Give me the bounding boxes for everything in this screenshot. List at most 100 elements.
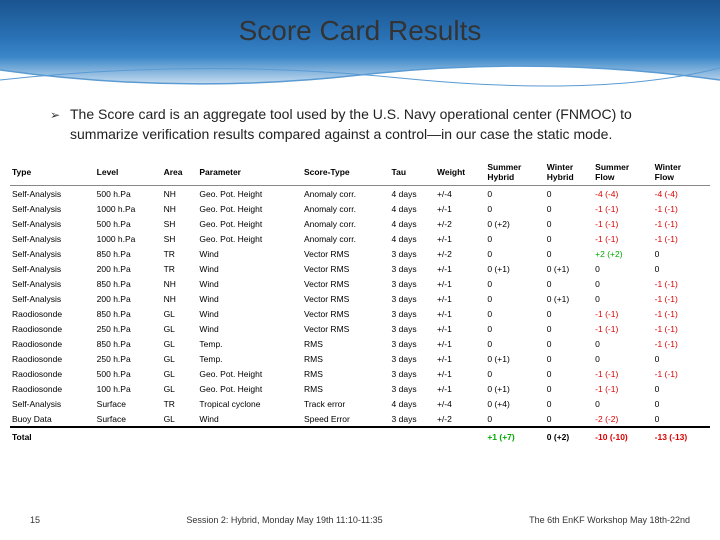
table-cell: TR [162,246,198,261]
table-cell: 3 days [390,411,435,427]
table-cell: 500 h.Pa [95,366,162,381]
session-text: Session 2: Hybrid, Monday May 19th 11:10… [186,515,382,525]
bullet-text: The Score card is an aggregate tool used… [70,106,632,142]
table-cell: 0 [545,306,593,321]
table-cell: 250 h.Pa [95,351,162,366]
table-cell: GL [162,351,198,366]
table-cell: Buoy Data [10,411,95,427]
table-row: Self-Analysis850 h.PaTRWindVector RMS3 d… [10,246,710,261]
table-cell: +/-2 [435,216,485,231]
table-cell: Track error [302,396,390,411]
table-cell: 0 [545,246,593,261]
table-cell: Self-Analysis [10,246,95,261]
table-header: Type [10,159,95,186]
table-cell: -4 (-4) [593,186,652,202]
total-cell: -10 (-10) [593,427,652,445]
table-cell: -1 (-1) [593,381,652,396]
table-cell: +/-1 [435,261,485,276]
table-cell: SH [162,231,198,246]
table-cell: Self-Analysis [10,261,95,276]
table-cell: Geo. Pot. Height [197,366,302,381]
table-cell: 0 (+1) [545,291,593,306]
table-row: Raodiosonde100 h.PaGLGeo. Pot. HeightRMS… [10,381,710,396]
table-cell: GL [162,306,198,321]
table-cell: 3 days [390,351,435,366]
table-cell: -1 (-1) [593,321,652,336]
table-cell: GL [162,336,198,351]
table-cell: 0 [545,336,593,351]
table-cell: 850 h.Pa [95,246,162,261]
table-cell: 3 days [390,366,435,381]
table-row: Raodiosonde250 h.PaGLTemp.RMS3 days+/-10… [10,351,710,366]
swoosh-decoration [0,50,720,100]
table-header: Score-Type [302,159,390,186]
table-cell: 0 [545,186,593,202]
table-cell: Self-Analysis [10,186,95,202]
table-cell: 0 [593,261,652,276]
table-row: Raodiosonde250 h.PaGLWindVector RMS3 day… [10,321,710,336]
table-cell: 0 [485,276,544,291]
table-cell: 500 h.Pa [95,216,162,231]
workshop-text: The 6th EnKF Workshop May 18th-22nd [529,515,690,525]
table-cell: GL [162,381,198,396]
table-cell: 0 [593,396,652,411]
table-cell: 0 (+1) [485,351,544,366]
table-header: Weight [435,159,485,186]
table-cell: 0 [545,231,593,246]
table-cell: -1 (-1) [593,201,652,216]
table-cell: 850 h.Pa [95,276,162,291]
total-row: Total+1 (+7)0 (+2)-10 (-10)-13 (-13) [10,427,710,445]
table-cell: 250 h.Pa [95,321,162,336]
table-cell: Temp. [197,351,302,366]
table-cell: +2 (+2) [593,246,652,261]
table-cell: 850 h.Pa [95,306,162,321]
table-cell: -4 (-4) [653,186,710,202]
table-cell: 0 [485,306,544,321]
table-cell: -1 (-1) [653,291,710,306]
table-cell: Vector RMS [302,246,390,261]
table-cell: RMS [302,336,390,351]
table-wrapper: TypeLevelAreaParameterScore-TypeTauWeigh… [0,159,720,445]
table-cell: 3 days [390,336,435,351]
table-cell: GL [162,366,198,381]
table-cell: Wind [197,306,302,321]
table-cell: +/-1 [435,306,485,321]
table-header: Parameter [197,159,302,186]
total-cell: +1 (+7) [485,427,544,445]
table-cell: 0 [485,186,544,202]
table-cell: 850 h.Pa [95,336,162,351]
table-cell: -1 (-1) [593,306,652,321]
table-cell: +/-1 [435,276,485,291]
table-row: Self-Analysis1000 h.PaSHGeo. Pot. Height… [10,231,710,246]
table-cell: 0 [485,231,544,246]
table-cell: 0 [593,276,652,291]
table-cell: SH [162,216,198,231]
table-cell: 0 [545,216,593,231]
table-cell: Wind [197,321,302,336]
table-cell: 0 [485,321,544,336]
table-cell: 0 (+1) [485,381,544,396]
table-cell: 0 (+1) [545,261,593,276]
table-cell: Raodiosonde [10,321,95,336]
table-header: SummerFlow [593,159,652,186]
table-cell: NH [162,201,198,216]
table-cell: 0 [485,291,544,306]
table-cell: -1 (-1) [653,216,710,231]
table-cell: Vector RMS [302,321,390,336]
table-header: SummerHybrid [485,159,544,186]
table-cell: Wind [197,276,302,291]
table-cell: 0 [545,396,593,411]
table-cell: 0 [593,351,652,366]
table-cell: 0 [545,276,593,291]
table-cell: +/-2 [435,411,485,427]
table-cell: Temp. [197,336,302,351]
total-label: Total [10,427,485,445]
table-cell: 4 days [390,201,435,216]
table-cell: +/-1 [435,291,485,306]
table-cell: 0 [485,246,544,261]
arrow-icon: ➢ [50,107,60,124]
table-cell: 0 (+1) [485,261,544,276]
table-row: Self-AnalysisSurfaceTRTropical cycloneTr… [10,396,710,411]
table-cell: -1 (-1) [593,216,652,231]
table-cell: 0 [485,366,544,381]
